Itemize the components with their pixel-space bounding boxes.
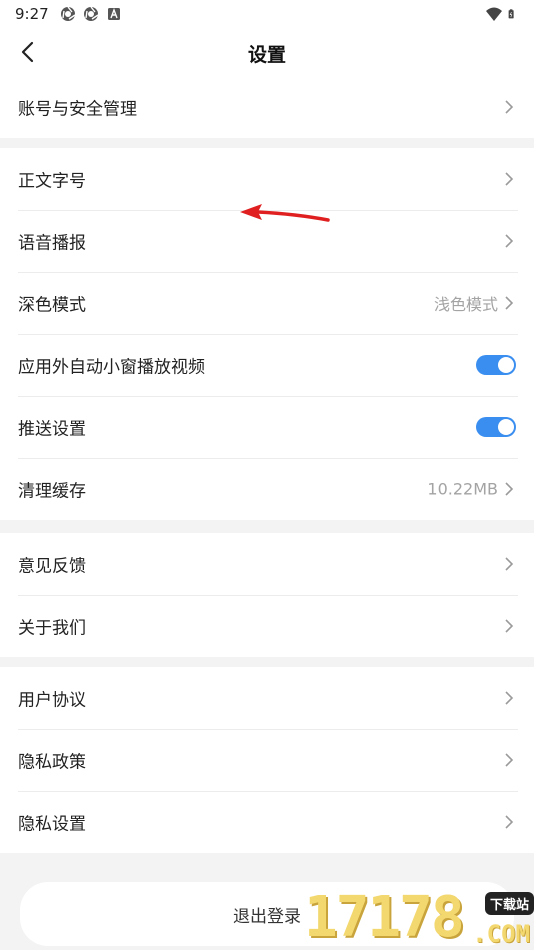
auto-pip-toggle[interactable]	[476, 355, 516, 375]
settings-group-legal: 用户协议 隐私政策 隐私设置	[0, 667, 534, 853]
settings-item-label: 清理缓存	[18, 481, 86, 502]
settings-item-label: 隐私设置	[18, 814, 86, 835]
chevron-right-icon	[505, 557, 514, 571]
settings-item-feedback[interactable]: 意见反馈	[0, 533, 534, 595]
chevron-right-icon	[505, 753, 514, 767]
app-header: 设置	[0, 28, 534, 76]
chrome-icon	[61, 6, 76, 21]
chrome-icon	[84, 6, 99, 21]
chevron-right-icon	[505, 296, 514, 310]
settings-item-label: 推送设置	[18, 419, 86, 440]
settings-item-label: 隐私政策	[18, 752, 86, 773]
toggle-knob	[498, 419, 514, 435]
watermark-suffix: .COM	[472, 920, 530, 948]
battery-icon	[508, 9, 514, 19]
settings-item-privacy-policy[interactable]: 隐私政策	[0, 729, 534, 791]
page-title: 设置	[247, 44, 286, 66]
wifi-icon	[486, 7, 502, 21]
settings-item-label: 用户协议	[18, 690, 86, 711]
settings-item-clear-cache[interactable]: 清理缓存 10.22MB	[0, 458, 534, 520]
settings-item-label: 关于我们	[18, 618, 86, 639]
watermark-number: 17178	[304, 885, 465, 950]
text-icon	[108, 8, 120, 20]
settings-item-font-size[interactable]: 正文字号	[0, 148, 534, 210]
chevron-right-icon	[505, 691, 514, 705]
status-system-icons	[486, 6, 518, 22]
settings-item-label: 意见反馈	[18, 556, 86, 577]
dark-mode-value: 浅色模式	[433, 295, 498, 314]
settings-item-auto-pip: 应用外自动小窗播放视频	[0, 334, 534, 396]
toggle-knob	[498, 357, 514, 373]
status-bar: 9:27	[0, 0, 534, 28]
chevron-right-icon	[505, 172, 514, 186]
chevron-right-icon	[505, 619, 514, 633]
cache-size-value: 10.22MB	[427, 479, 498, 499]
settings-item-about-us[interactable]: 关于我们	[0, 595, 534, 657]
annotation-arrow	[240, 204, 330, 222]
chevron-right-icon	[505, 234, 514, 248]
status-notification-icons	[60, 6, 122, 22]
settings-item-label: 应用外自动小窗播放视频	[18, 357, 205, 378]
settings-item-push: 推送设置	[0, 396, 534, 458]
settings-item-label: 语音播报	[18, 233, 86, 254]
settings-group-about: 意见反馈 关于我们	[0, 533, 534, 657]
chevron-right-icon	[505, 100, 514, 114]
settings-item-user-agreement[interactable]: 用户协议	[0, 667, 534, 729]
settings-item-label: 账号与安全管理	[18, 99, 137, 120]
settings-group-account: 账号与安全管理	[0, 76, 534, 138]
settings-item-label: 深色模式	[18, 295, 86, 316]
settings-item-privacy-settings[interactable]: 隐私设置	[0, 791, 534, 853]
chevron-right-icon	[505, 482, 514, 496]
status-time: 9:27	[15, 5, 49, 23]
chevron-right-icon	[505, 815, 514, 829]
settings-item-dark-mode[interactable]: 深色模式 浅色模式	[0, 272, 534, 334]
push-toggle[interactable]	[476, 417, 516, 437]
settings-item-account-security[interactable]: 账号与安全管理	[0, 76, 534, 138]
watermark-logo: 17178 下载站 .COM	[304, 886, 534, 950]
watermark-tag: 下载站	[484, 892, 534, 915]
settings-item-label: 正文字号	[18, 171, 86, 192]
